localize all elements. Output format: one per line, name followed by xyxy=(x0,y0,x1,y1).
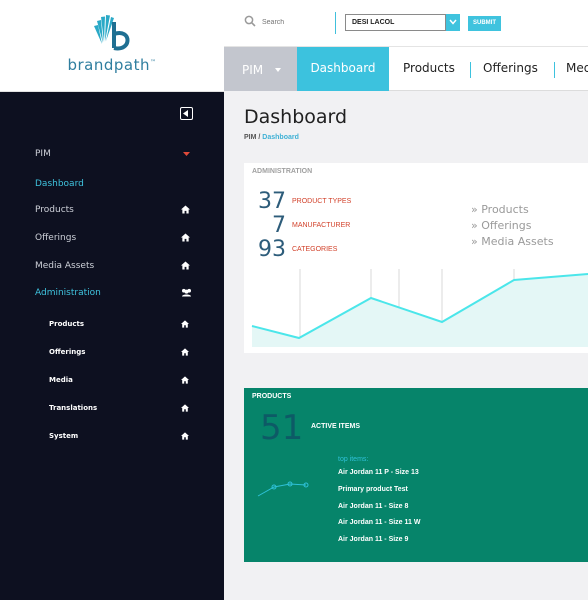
sidebar-sub-media[interactable]: Media xyxy=(49,376,73,384)
stat-product-types-label[interactable]: PRODUCT TYPES xyxy=(292,198,351,205)
card-heading: ADMINISTRATION xyxy=(252,168,313,175)
link-offerings[interactable]: » Offerings xyxy=(471,219,532,232)
sidebar-item-dashboard[interactable]: Dashboard xyxy=(35,179,84,189)
top-item[interactable]: Air Jordan 11 - Size 9 xyxy=(338,536,408,543)
main-nav: PIM Dashboard Products Offerings Media xyxy=(224,47,588,91)
account-select[interactable]: DESI LACOL xyxy=(345,14,446,31)
home-icon xyxy=(181,205,190,214)
administration-card: ADMINISTRATION 37 PRODUCT TYPES 7 MANUFA… xyxy=(244,163,588,353)
home-icon xyxy=(181,233,190,242)
active-items-label: ACTIVE ITEMS xyxy=(311,423,361,430)
home-icon xyxy=(181,432,189,440)
breadcrumb: PIM / Dashboard xyxy=(244,134,299,141)
nav-pim-dropdown[interactable]: PIM xyxy=(224,47,297,91)
card-heading: PRODUCTS xyxy=(252,393,292,400)
caret-down-icon xyxy=(183,152,190,156)
top-search-bar: DESI LACOL SUBMIT xyxy=(224,0,588,47)
stat-categories-label[interactable]: CATEGORIES xyxy=(292,246,337,253)
nav-tab-offerings[interactable]: Offerings xyxy=(483,47,538,91)
nav-separator xyxy=(554,62,555,78)
sidebar-sub-translations[interactable]: Translations xyxy=(49,404,97,412)
products-sparkline xyxy=(257,481,309,497)
chevron-down-icon[interactable] xyxy=(446,14,460,31)
home-icon xyxy=(181,348,189,356)
collapse-sidebar-icon[interactable] xyxy=(180,107,193,120)
link-media-assets[interactable]: » Media Assets xyxy=(471,235,554,248)
stat-manufacturer-label[interactable]: MANUFACTURER xyxy=(292,222,350,229)
breadcrumb-root[interactable]: PIM xyxy=(244,134,256,141)
home-icon xyxy=(181,261,190,270)
divider xyxy=(335,12,336,34)
search-input[interactable] xyxy=(262,14,342,30)
nav-tab-media[interactable]: Media xyxy=(566,47,588,91)
stat-categories-value: 93 xyxy=(258,237,286,262)
sidebar-item-pim[interactable]: PIM xyxy=(35,149,51,159)
search-icon[interactable] xyxy=(244,15,256,27)
users-icon xyxy=(182,288,191,297)
top-item[interactable]: Air Jordan 11 - Size 11 W xyxy=(338,519,420,526)
nav-tab-products[interactable]: Products xyxy=(403,47,455,91)
sidebar-item-offerings[interactable]: Offerings xyxy=(35,233,76,243)
link-products[interactable]: » Products xyxy=(471,203,529,216)
stat-product-types-value: 37 xyxy=(258,189,286,214)
nav-separator xyxy=(470,62,471,78)
sparkline-line xyxy=(257,483,307,497)
top-items-label: top items: xyxy=(338,456,369,463)
caret-down-icon xyxy=(275,68,281,72)
top-item[interactable]: Air Jordan 11 P - Size 13 xyxy=(338,469,419,476)
breadcrumb-current[interactable]: Dashboard xyxy=(262,134,299,141)
brandpath-logo-icon xyxy=(94,15,130,51)
admin-trend-chart xyxy=(251,269,588,347)
top-item[interactable]: Primary product Test xyxy=(338,486,408,493)
sidebar-item-media-assets[interactable]: Media Assets xyxy=(35,261,94,271)
nav-pim-label: PIM xyxy=(242,63,264,77)
page-title: Dashboard xyxy=(244,106,348,128)
logo-area[interactable]: brandpath™ xyxy=(0,0,224,92)
sidebar: PIM Dashboard Products Offerings Media A… xyxy=(0,92,224,600)
home-icon xyxy=(181,404,189,412)
submit-button[interactable]: SUBMIT xyxy=(468,16,501,31)
home-icon xyxy=(181,376,189,384)
products-card: PRODUCTS 51 ACTIVE ITEMS top items: Air … xyxy=(244,388,588,562)
sidebar-sub-system[interactable]: System xyxy=(49,432,78,440)
brand-name: brandpath™ xyxy=(67,56,157,74)
stat-manufacturer-value: 7 xyxy=(272,213,286,238)
sidebar-item-products[interactable]: Products xyxy=(35,205,74,215)
sidebar-sub-offerings[interactable]: Offerings xyxy=(49,348,85,356)
top-item[interactable]: Air Jordan 11 - Size 8 xyxy=(338,503,408,510)
nav-tab-dashboard[interactable]: Dashboard xyxy=(297,47,389,91)
sidebar-sub-products[interactable]: Products xyxy=(49,320,84,328)
home-icon xyxy=(181,320,189,328)
sidebar-item-administration[interactable]: Administration xyxy=(35,288,101,298)
active-items-value: 51 xyxy=(260,408,304,448)
